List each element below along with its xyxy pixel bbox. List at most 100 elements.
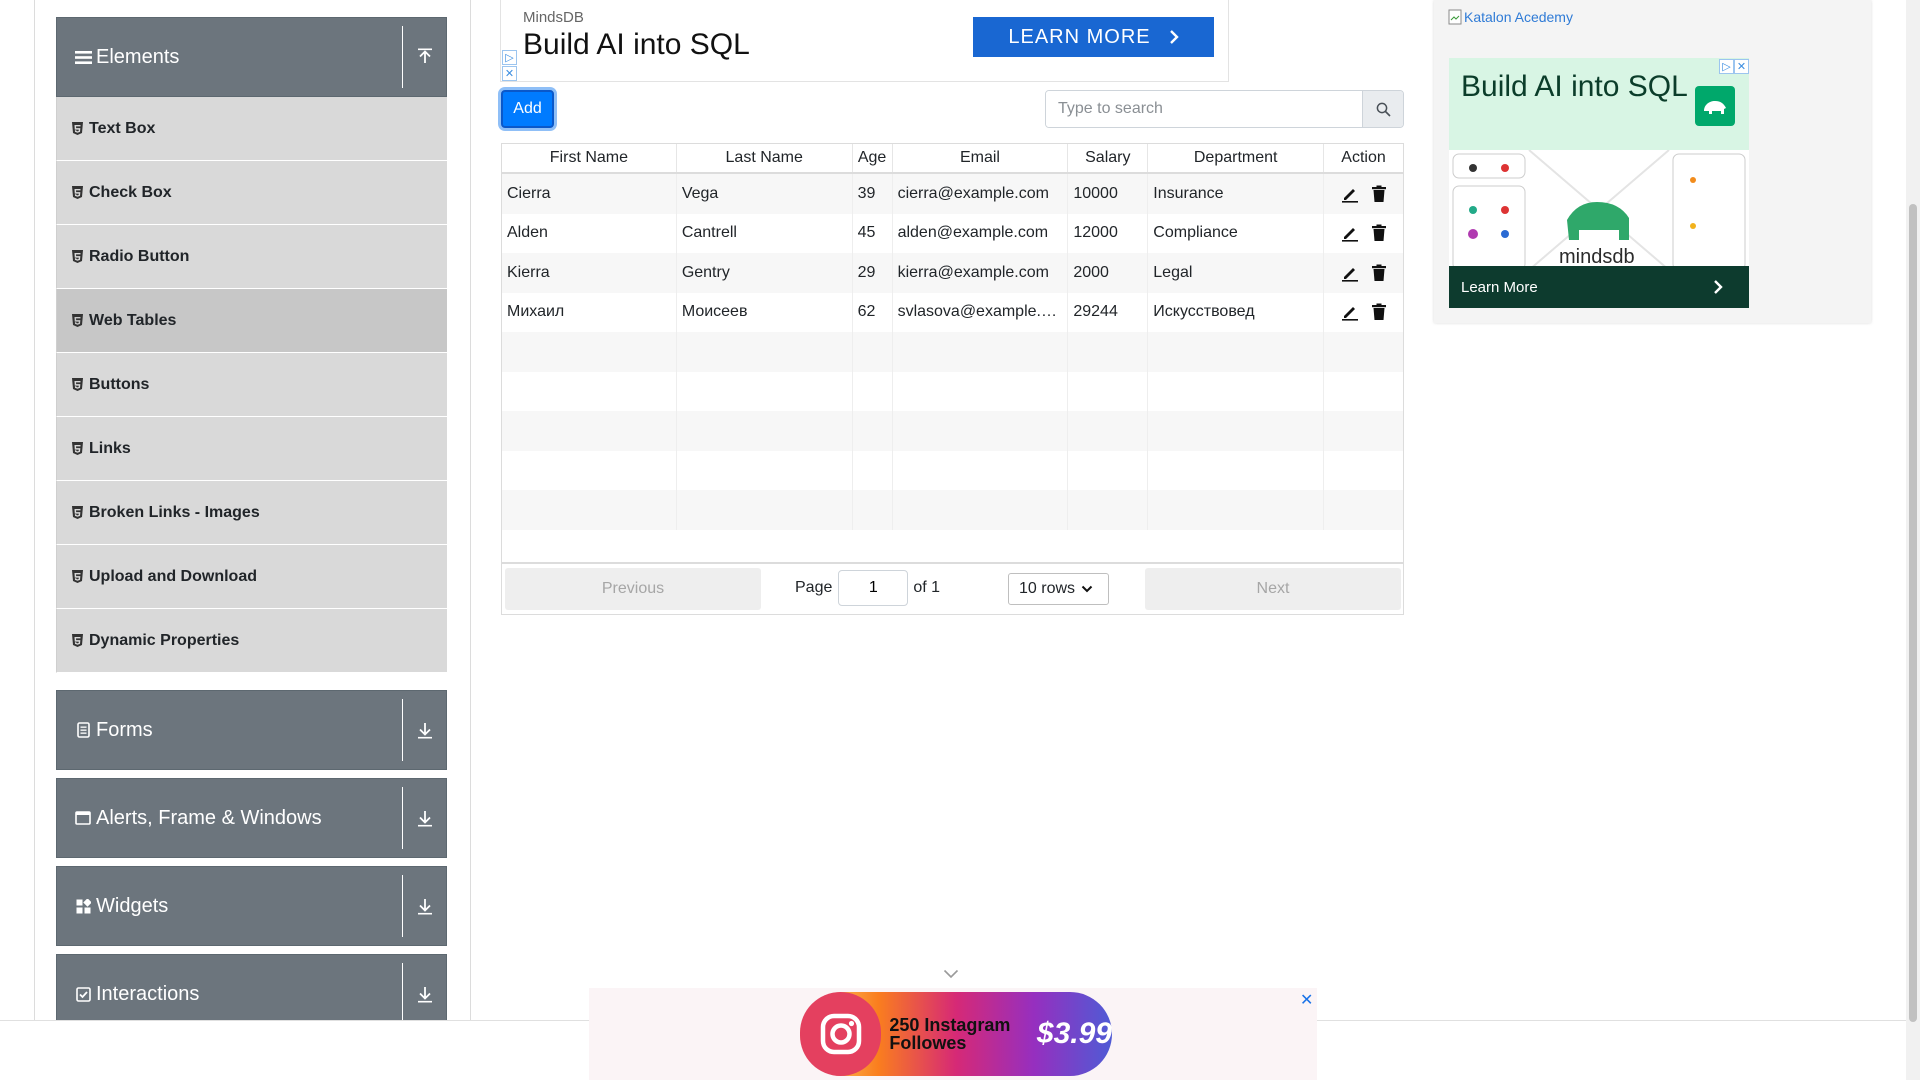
page-scrollbar[interactable] bbox=[1906, 0, 1920, 1080]
expand-icon[interactable] bbox=[402, 963, 446, 1025]
ad-close-icon[interactable]: ✕ bbox=[502, 66, 517, 81]
html5-icon bbox=[71, 634, 83, 648]
chevron-right-icon bbox=[1169, 30, 1179, 44]
page-total: of 1 bbox=[913, 579, 941, 596]
menu-item-label: Check Box bbox=[89, 183, 172, 201]
cell-salary: 2000 bbox=[1068, 253, 1149, 293]
web-table: First Name Last Name Age Email Salary De… bbox=[501, 143, 1404, 615]
offer-price: $3.99 bbox=[1036, 1017, 1112, 1050]
column-header-department[interactable]: Department bbox=[1148, 144, 1325, 172]
menu-item-text-box[interactable]: Text Box bbox=[56, 97, 447, 161]
group-header-widgets[interactable]: Widgets bbox=[56, 866, 447, 946]
chevron-right-icon bbox=[1714, 280, 1723, 294]
cell-email: alden@example.com bbox=[893, 213, 1069, 253]
group-header-forms[interactable]: Forms bbox=[56, 690, 447, 770]
delete-icon[interactable] bbox=[1371, 185, 1387, 203]
html5-icon bbox=[71, 250, 83, 264]
html5-icon bbox=[71, 122, 83, 136]
group-header-alerts[interactable]: Alerts, Frame & Windows bbox=[56, 778, 447, 858]
chevron-down-icon bbox=[1081, 585, 1093, 593]
katalon-link-text: Katalon Acedemy bbox=[1464, 9, 1573, 25]
cell-action bbox=[1324, 174, 1403, 214]
cell-email: cierra@example.com bbox=[893, 174, 1069, 214]
ad-cta-label: LEARN MORE bbox=[1008, 25, 1151, 48]
bottom-advertisement[interactable]: 250 Instagram Followes $3.99 bbox=[589, 988, 1317, 1080]
menu-item-broken-links[interactable]: Broken Links - Images bbox=[56, 481, 447, 545]
table-header-row: First Name Last Name Age Email Salary De… bbox=[502, 144, 1403, 174]
instagram-offer-badge[interactable]: 250 Instagram Followes $3.99 bbox=[800, 992, 1112, 1076]
ad-learn-more-button[interactable]: Learn More bbox=[1449, 266, 1749, 308]
cell-age: 45 bbox=[853, 213, 893, 253]
column-header-age[interactable]: Age bbox=[853, 144, 893, 172]
ad-close-icon[interactable]: ✕ bbox=[1734, 59, 1749, 74]
page-indicator: Page of 1 bbox=[795, 570, 940, 606]
menu-item-label: Links bbox=[89, 439, 131, 457]
top-advertisement[interactable]: MindsDB Build AI into SQL LEARN MORE ▷ ✕ bbox=[500, 0, 1229, 82]
expand-icon[interactable] bbox=[402, 699, 446, 761]
ad-learn-more-button[interactable]: LEARN MORE bbox=[973, 17, 1214, 57]
menu-item-label: Broken Links - Images bbox=[89, 503, 260, 521]
column-header-first-name[interactable]: First Name bbox=[502, 144, 677, 172]
menu-item-buttons[interactable]: Buttons bbox=[56, 353, 447, 417]
group-label: Forms bbox=[96, 718, 153, 741]
menu-item-label: Radio Button bbox=[89, 247, 190, 265]
previous-button[interactable]: Previous bbox=[505, 568, 761, 610]
menu-item-links[interactable]: Links bbox=[56, 417, 447, 481]
ad-headline: Build AI into SQL bbox=[523, 28, 750, 61]
cell-first-name: Alden bbox=[502, 213, 677, 253]
search-input[interactable] bbox=[1046, 91, 1362, 127]
cell-department: Insurance bbox=[1148, 174, 1325, 214]
page-number-input[interactable] bbox=[838, 570, 909, 606]
offer-text: 250 Instagram Followes bbox=[889, 1015, 1011, 1053]
menu-item-dynamic-properties[interactable]: Dynamic Properties bbox=[56, 609, 447, 673]
cell-salary: 29244 bbox=[1068, 292, 1149, 332]
column-header-salary[interactable]: Salary bbox=[1068, 144, 1149, 172]
right-advertisement: Katalon Acedemy Build AI into SQL mindsd… bbox=[1434, 0, 1871, 323]
katalon-link[interactable]: Katalon Acedemy bbox=[1448, 9, 1573, 25]
close-icon[interactable]: ✕ bbox=[1300, 990, 1313, 1010]
menu-item-upload-download[interactable]: Upload and Download bbox=[56, 545, 447, 609]
expand-icon[interactable] bbox=[402, 787, 446, 849]
cell-department: Compliance bbox=[1148, 213, 1325, 253]
rows-per-page-value: 10 rows bbox=[1019, 580, 1076, 597]
add-button[interactable]: Add bbox=[501, 90, 554, 128]
delete-icon[interactable] bbox=[1371, 303, 1387, 321]
rows-per-page-select[interactable]: 10 rows bbox=[1008, 573, 1109, 605]
adchoices-icon[interactable]: ▷ bbox=[1719, 59, 1734, 74]
edit-icon[interactable] bbox=[1341, 224, 1359, 242]
pagination-bar: Previous Page of 1 10 rows Next bbox=[502, 562, 1403, 614]
hamburger-icon bbox=[74, 48, 92, 66]
menu-item-web-tables[interactable]: Web Tables bbox=[56, 289, 447, 353]
widgets-icon bbox=[74, 897, 92, 915]
column-header-last-name[interactable]: Last Name bbox=[677, 144, 853, 172]
cell-department: Искусствовед bbox=[1148, 292, 1325, 332]
ad-card-header: Build AI into SQL bbox=[1449, 58, 1749, 150]
edit-icon[interactable] bbox=[1341, 303, 1359, 321]
column-header-email[interactable]: Email bbox=[893, 144, 1069, 172]
delete-icon[interactable] bbox=[1371, 264, 1387, 282]
group-header-elements[interactable]: Elements bbox=[56, 17, 447, 97]
ad-brand: MindsDB bbox=[523, 9, 584, 26]
collapse-icon[interactable] bbox=[402, 26, 446, 88]
chevron-down-icon[interactable] bbox=[943, 966, 959, 984]
expand-icon[interactable] bbox=[402, 875, 446, 937]
scrollbar-thumb[interactable] bbox=[1909, 204, 1917, 1022]
menu-item-radio-button[interactable]: Radio Button bbox=[56, 225, 447, 289]
cell-action bbox=[1324, 214, 1403, 254]
adchoices-icon[interactable]: ▷ bbox=[502, 50, 517, 65]
search-button[interactable] bbox=[1362, 91, 1403, 127]
menu-item-check-box[interactable]: Check Box bbox=[56, 161, 447, 225]
delete-icon[interactable] bbox=[1371, 224, 1387, 242]
search-icon bbox=[1376, 102, 1391, 117]
edit-icon[interactable] bbox=[1341, 264, 1359, 282]
mindsdb-ad-card[interactable]: Build AI into SQL mindsdb Learn More ▷ ✕ bbox=[1449, 58, 1749, 308]
cell-last-name: Gentry bbox=[677, 253, 853, 293]
cell-first-name: Михаил bbox=[502, 292, 677, 332]
edit-icon[interactable] bbox=[1341, 185, 1359, 203]
group-label: Elements bbox=[96, 45, 180, 68]
instagram-icon bbox=[800, 992, 882, 1076]
next-button[interactable]: Next bbox=[1145, 568, 1401, 610]
cell-action bbox=[1324, 253, 1403, 293]
